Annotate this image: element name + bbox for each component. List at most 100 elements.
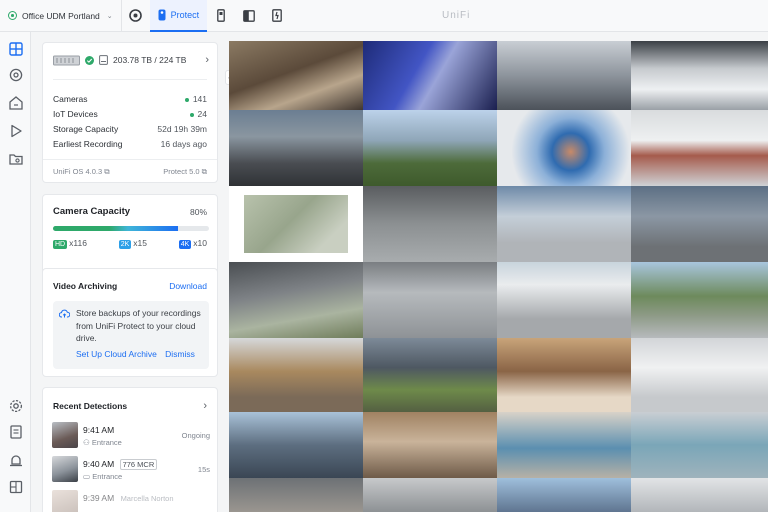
download-link[interactable]: Download — [169, 281, 207, 291]
camera-feed-tile[interactable] — [631, 412, 768, 478]
stat-row-cameras: Cameras 141 — [53, 94, 207, 104]
person-icon: ⚇ — [83, 438, 90, 447]
setup-cloud-archive-link[interactable]: Set Up Cloud Archive — [76, 349, 157, 359]
detection-item[interactable]: 9:41 AM ⚇ Entrance Ongoing — [52, 422, 210, 449]
nvr-device-icon — [53, 55, 80, 65]
camera-feed-tile[interactable] — [363, 41, 497, 110]
camera-feed-tile[interactable] — [631, 478, 768, 512]
side-panel: 203.78 TB / 224 TB › Cameras 141 IoT Dev… — [31, 32, 229, 512]
storage-icon — [9, 480, 22, 493]
camera-feed-tile[interactable] — [229, 262, 363, 338]
divider — [53, 79, 207, 80]
4k-badge: 4K — [178, 240, 192, 249]
detection-thumbnail — [52, 456, 78, 482]
camera-feed-tile[interactable] — [497, 186, 631, 262]
play-icon — [10, 124, 22, 137]
detection-status: Ongoing — [181, 431, 210, 440]
storage-summary: 203.78 TB / 224 TB — [113, 55, 187, 65]
nav-map[interactable] — [8, 95, 23, 110]
camera-feed-tile[interactable] — [229, 412, 363, 478]
network-app-button[interactable] — [122, 0, 150, 32]
recent-detections-header[interactable]: Recent Detections › — [53, 400, 207, 412]
detection-item[interactable]: 9:40 AM 776 MCR ▭ Entrance 15s — [52, 456, 210, 483]
protect-version: Protect 5.0 — [163, 167, 200, 176]
connect-app-button[interactable] — [263, 0, 291, 32]
os-version: UniFi OS 4.0.3 — [53, 167, 103, 176]
camera-feed-tile[interactable] — [631, 186, 768, 262]
online-check-icon — [85, 55, 94, 65]
camera-feed-tile[interactable] — [497, 412, 631, 478]
nav-playback[interactable] — [8, 123, 23, 138]
video-archiving-title: Video Archiving — [53, 281, 118, 291]
nav-dashboard[interactable] — [8, 41, 23, 56]
detection-duration: 15s — [197, 465, 210, 474]
resolution-counts: HD x116 2K x15 4K x10 — [53, 238, 207, 249]
floorplan-icon — [8, 95, 23, 110]
online-dot — [189, 112, 194, 117]
camera-feed-tile[interactable] — [363, 110, 497, 186]
capacity-bar-fill — [53, 226, 178, 231]
camera-feed-tile[interactable] — [229, 110, 363, 186]
talk-app-icon — [243, 9, 256, 22]
site-name: Office UDM Portland — [22, 10, 100, 21]
camera-feed-tile[interactable] — [631, 110, 768, 186]
folder-camera-icon — [8, 153, 23, 165]
camera-feed-tile[interactable] — [497, 41, 631, 110]
nav-devices[interactable] — [8, 67, 23, 82]
camera-feed-tile[interactable] — [631, 41, 768, 110]
detection-camera: Entrance — [92, 472, 123, 481]
car-icon: ▭ — [83, 472, 91, 481]
camera-feed-tile[interactable] — [631, 262, 768, 338]
camera-feed-tile[interactable] — [363, 186, 497, 262]
online-dot — [184, 97, 189, 102]
2k-badge: 2K — [118, 240, 132, 249]
gear-icon — [9, 399, 22, 412]
protect-app-tab[interactable]: Protect — [149, 0, 208, 32]
cloud-archive-prompt: Store backups of your recordings from Un… — [53, 301, 209, 369]
camera-feed-tile[interactable] — [229, 41, 363, 110]
camera-grid — [229, 41, 768, 512]
divider — [43, 159, 217, 160]
copy-icon[interactable]: ⧉ — [104, 167, 109, 176]
camera-feed-tile[interactable] — [363, 478, 497, 512]
camera-feed-tile[interactable] — [497, 262, 631, 338]
dismiss-link[interactable]: Dismiss — [165, 349, 195, 359]
hd-count: x116 — [69, 238, 87, 248]
camera-feed-tile[interactable] — [363, 338, 497, 412]
camera-feed-tile[interactable] — [497, 338, 631, 412]
talk-app-button[interactable] — [235, 0, 263, 32]
nav-storage[interactable] — [8, 479, 23, 494]
camera-feed-tile[interactable] — [363, 412, 497, 478]
cloud-upload-icon — [59, 309, 70, 318]
stat-row-storage-capacity: Storage Capacity 52d 19h 39m — [53, 124, 207, 134]
console-header[interactable]: 203.78 TB / 224 TB › — [53, 54, 209, 66]
camera-feed-tile[interactable] — [631, 338, 768, 412]
copy-icon[interactable]: ⧉ — [202, 167, 207, 176]
camera-feed-image — [244, 195, 348, 253]
access-app-button[interactable] — [207, 0, 235, 32]
grid-icon — [8, 41, 23, 56]
detection-item[interactable]: 9:39 AM Marcella Norton — [52, 490, 210, 512]
camera-feed-tile[interactable] — [229, 338, 363, 412]
camera-feed-tile[interactable] — [497, 110, 631, 186]
connect-app-icon — [272, 9, 283, 22]
detection-time: 9:41 AM — [83, 425, 115, 435]
camera-feed-tile[interactable] — [363, 262, 497, 338]
camera-feed-tile[interactable] — [497, 478, 631, 512]
capacity-bar — [53, 226, 209, 231]
site-selector[interactable]: Office UDM Portland ⌄ — [0, 0, 121, 32]
hd-badge: HD — [53, 240, 68, 249]
protect-icon — [158, 9, 166, 20]
nav-settings[interactable] — [8, 398, 23, 413]
detection-camera: Entrance — [91, 438, 122, 447]
2k-count: x15 — [133, 238, 147, 248]
nav-detections[interactable] — [8, 151, 23, 166]
video-archiving-card: Video Archiving Download Store backups o… — [42, 268, 218, 377]
nav-alarms[interactable] — [8, 452, 23, 467]
camera-feed-tile[interactable] — [229, 186, 363, 262]
archive-description: Store backups of your recordings from Un… — [76, 308, 201, 343]
camera-feed-tile[interactable] — [229, 478, 363, 512]
stat-row-earliest-recording: Earliest Recording 16 days ago — [53, 139, 207, 149]
nav-logs[interactable] — [8, 424, 23, 439]
document-icon — [9, 424, 22, 439]
